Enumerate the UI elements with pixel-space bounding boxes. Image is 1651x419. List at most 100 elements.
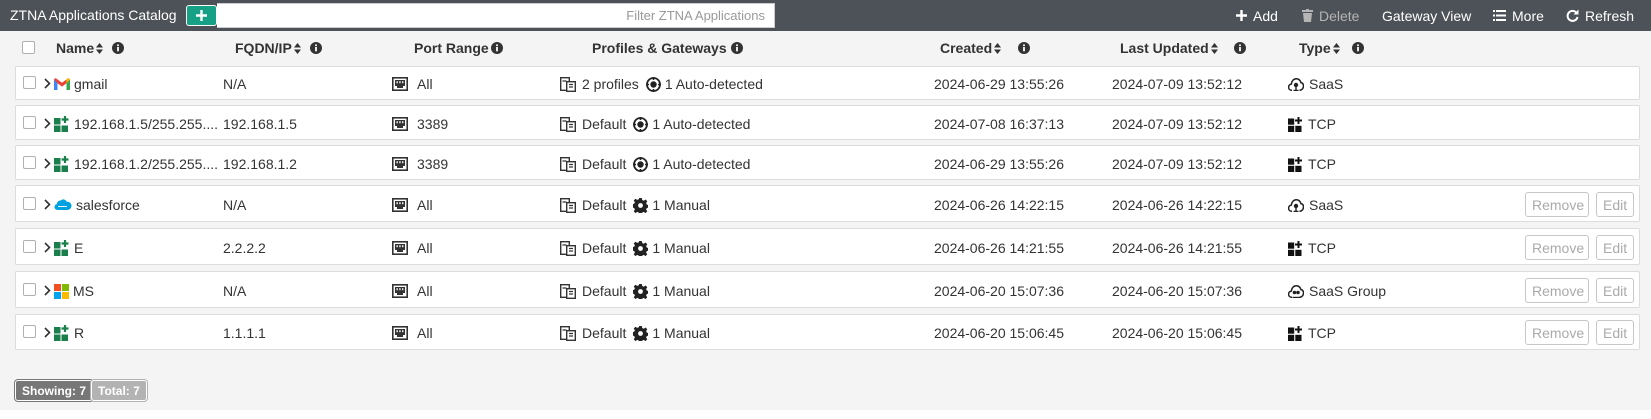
row-checkbox[interactable] xyxy=(23,325,36,338)
fqdn-cell: N/A xyxy=(223,75,246,93)
chevron-right-icon[interactable] xyxy=(44,242,51,253)
port-value: 3389 xyxy=(417,156,449,172)
microsoft-icon xyxy=(54,283,69,299)
chevron-right-icon[interactable] xyxy=(44,327,51,338)
row-checkbox[interactable] xyxy=(23,283,36,296)
edit-button[interactable]: Edit xyxy=(1596,192,1634,217)
chevron-right-icon[interactable] xyxy=(44,199,51,210)
chevron-right-icon[interactable] xyxy=(44,285,51,296)
table-row[interactable]: R 1.1.1.1 All Default 1 Manual 2024-06-2… xyxy=(15,314,1640,350)
remove-button[interactable]: Remove xyxy=(1525,192,1589,217)
info-icon[interactable] xyxy=(112,42,125,54)
column-created[interactable]: Created xyxy=(940,40,1031,56)
created-cell: 2024-06-20 15:06:45 xyxy=(934,324,1064,342)
app-name: E xyxy=(74,240,84,256)
row-checkbox[interactable] xyxy=(23,156,36,169)
table-header: Name FQDN/IP Port Range Profiles & Gatew… xyxy=(0,33,1651,63)
gateway-value: 1 Auto-detected xyxy=(652,156,751,172)
gateway-view-button[interactable]: Gateway View xyxy=(1382,7,1471,24)
table-row[interactable]: 192.168.1.2/255.255.... 192.168.1.2 3389… xyxy=(15,145,1640,180)
column-port-range[interactable]: Port Range xyxy=(414,40,503,56)
fqdn-value: 192.168.1.5 xyxy=(223,116,297,132)
updated-cell: 2024-06-20 15:07:36 xyxy=(1112,282,1242,300)
more-button[interactable]: More xyxy=(1493,7,1544,24)
port-icon xyxy=(392,198,408,212)
fqdn-cell: 2.2.2.2 xyxy=(223,239,266,257)
port-value: All xyxy=(417,76,433,92)
table-row[interactable]: E 2.2.2.2 All Default 1 Manual 2024-06-2… xyxy=(15,228,1640,265)
created-value: 2024-06-26 14:22:15 xyxy=(934,197,1064,213)
delete-button[interactable]: Delete xyxy=(1302,7,1359,24)
type-value: SaaS xyxy=(1309,197,1344,213)
profile-icon xyxy=(560,156,576,172)
refresh-icon xyxy=(1566,9,1579,22)
row-checkbox[interactable] xyxy=(23,197,36,210)
row-checkbox[interactable] xyxy=(23,116,36,129)
chevron-right-icon[interactable] xyxy=(44,78,51,89)
profiles-gateways-cell: Default 1 Auto-detected xyxy=(560,155,750,173)
gear-icon xyxy=(633,197,649,213)
column-last-updated[interactable]: Last Updated xyxy=(1120,40,1246,56)
created-value: 2024-06-26 14:21:55 xyxy=(934,240,1064,256)
table-row[interactable]: MS N/A All Default 1 Manual 2024-06-20 1… xyxy=(15,271,1640,308)
info-icon[interactable] xyxy=(1018,42,1031,54)
port-range-cell: 3389 xyxy=(392,155,448,173)
profiles-gateways-cell: Default 1 Manual xyxy=(560,196,710,214)
updated-cell: 2024-06-26 14:22:15 xyxy=(1112,196,1242,214)
table-row[interactable]: gmail N/A All 2 profiles 1 Auto-detected… xyxy=(15,66,1640,100)
filter-input[interactable] xyxy=(217,3,775,28)
profile-icon xyxy=(560,116,576,132)
column-created-label: Created xyxy=(940,40,993,56)
app-name-cell[interactable]: R xyxy=(54,324,84,342)
gear-icon xyxy=(633,240,649,256)
port-icon xyxy=(392,157,408,171)
row-checkbox[interactable] xyxy=(23,240,36,253)
table-row[interactable]: 192.168.1.5/255.255.... 192.168.1.5 3389… xyxy=(15,105,1640,140)
table-row[interactable]: salesforce N/A All Default 1 Manual 2024… xyxy=(15,185,1640,222)
info-icon[interactable] xyxy=(309,42,322,54)
info-icon[interactable] xyxy=(1351,42,1364,54)
port-value: 3389 xyxy=(417,116,449,132)
add-button[interactable]: Add xyxy=(1236,7,1278,24)
port-range-cell: All xyxy=(392,282,433,300)
edit-button[interactable]: Edit xyxy=(1596,235,1634,260)
remove-button[interactable]: Remove xyxy=(1525,235,1589,260)
app-name-cell[interactable]: salesforce xyxy=(54,196,140,214)
quick-add-button[interactable] xyxy=(186,5,217,26)
remove-button[interactable]: Remove xyxy=(1525,320,1589,345)
port-icon xyxy=(392,77,408,91)
type-cell: TCP xyxy=(1288,155,1336,173)
profiles-gateways-cell: 2 profiles 1 Auto-detected xyxy=(560,75,763,93)
column-fqdn[interactable]: FQDN/IP xyxy=(235,40,322,56)
remove-button[interactable]: Remove xyxy=(1525,278,1589,303)
app-name-cell[interactable]: 192.168.1.2/255.255.... xyxy=(54,155,218,173)
footer-strip xyxy=(0,410,1651,419)
chevron-right-icon[interactable] xyxy=(44,118,51,129)
gear-icon xyxy=(633,283,649,299)
info-icon[interactable] xyxy=(730,42,743,54)
app-name-cell[interactable]: 192.168.1.5/255.255.... xyxy=(54,115,218,133)
page-title: ZTNA Applications Catalog xyxy=(10,7,177,23)
app-name-cell[interactable]: gmail xyxy=(54,75,107,93)
tcp-icon xyxy=(1288,240,1303,256)
type-value: TCP xyxy=(1308,156,1336,172)
profiles-gateways-cell: Default 1 Manual xyxy=(560,239,710,257)
column-name[interactable]: Name xyxy=(56,40,125,56)
refresh-button[interactable]: Refresh xyxy=(1566,7,1634,24)
column-profiles-gateways[interactable]: Profiles & Gateways xyxy=(592,40,743,56)
chevron-right-icon[interactable] xyxy=(44,158,51,169)
profile-icon xyxy=(560,76,576,92)
edit-button[interactable]: Edit xyxy=(1596,278,1634,303)
column-type[interactable]: Type xyxy=(1299,40,1364,56)
info-icon[interactable] xyxy=(490,42,503,54)
edit-button[interactable]: Edit xyxy=(1596,320,1634,345)
auto-detect-icon xyxy=(645,76,661,92)
select-all-checkbox[interactable] xyxy=(22,41,35,54)
info-icon[interactable] xyxy=(1233,42,1246,54)
app-name-cell[interactable]: E xyxy=(54,239,83,257)
fqdn-value: 192.168.1.2 xyxy=(223,156,297,172)
app-name-cell[interactable]: MS xyxy=(54,282,94,300)
column-name-label: Name xyxy=(56,40,95,56)
row-checkbox[interactable] xyxy=(23,76,36,89)
gateway-view-label: Gateway View xyxy=(1382,7,1472,24)
